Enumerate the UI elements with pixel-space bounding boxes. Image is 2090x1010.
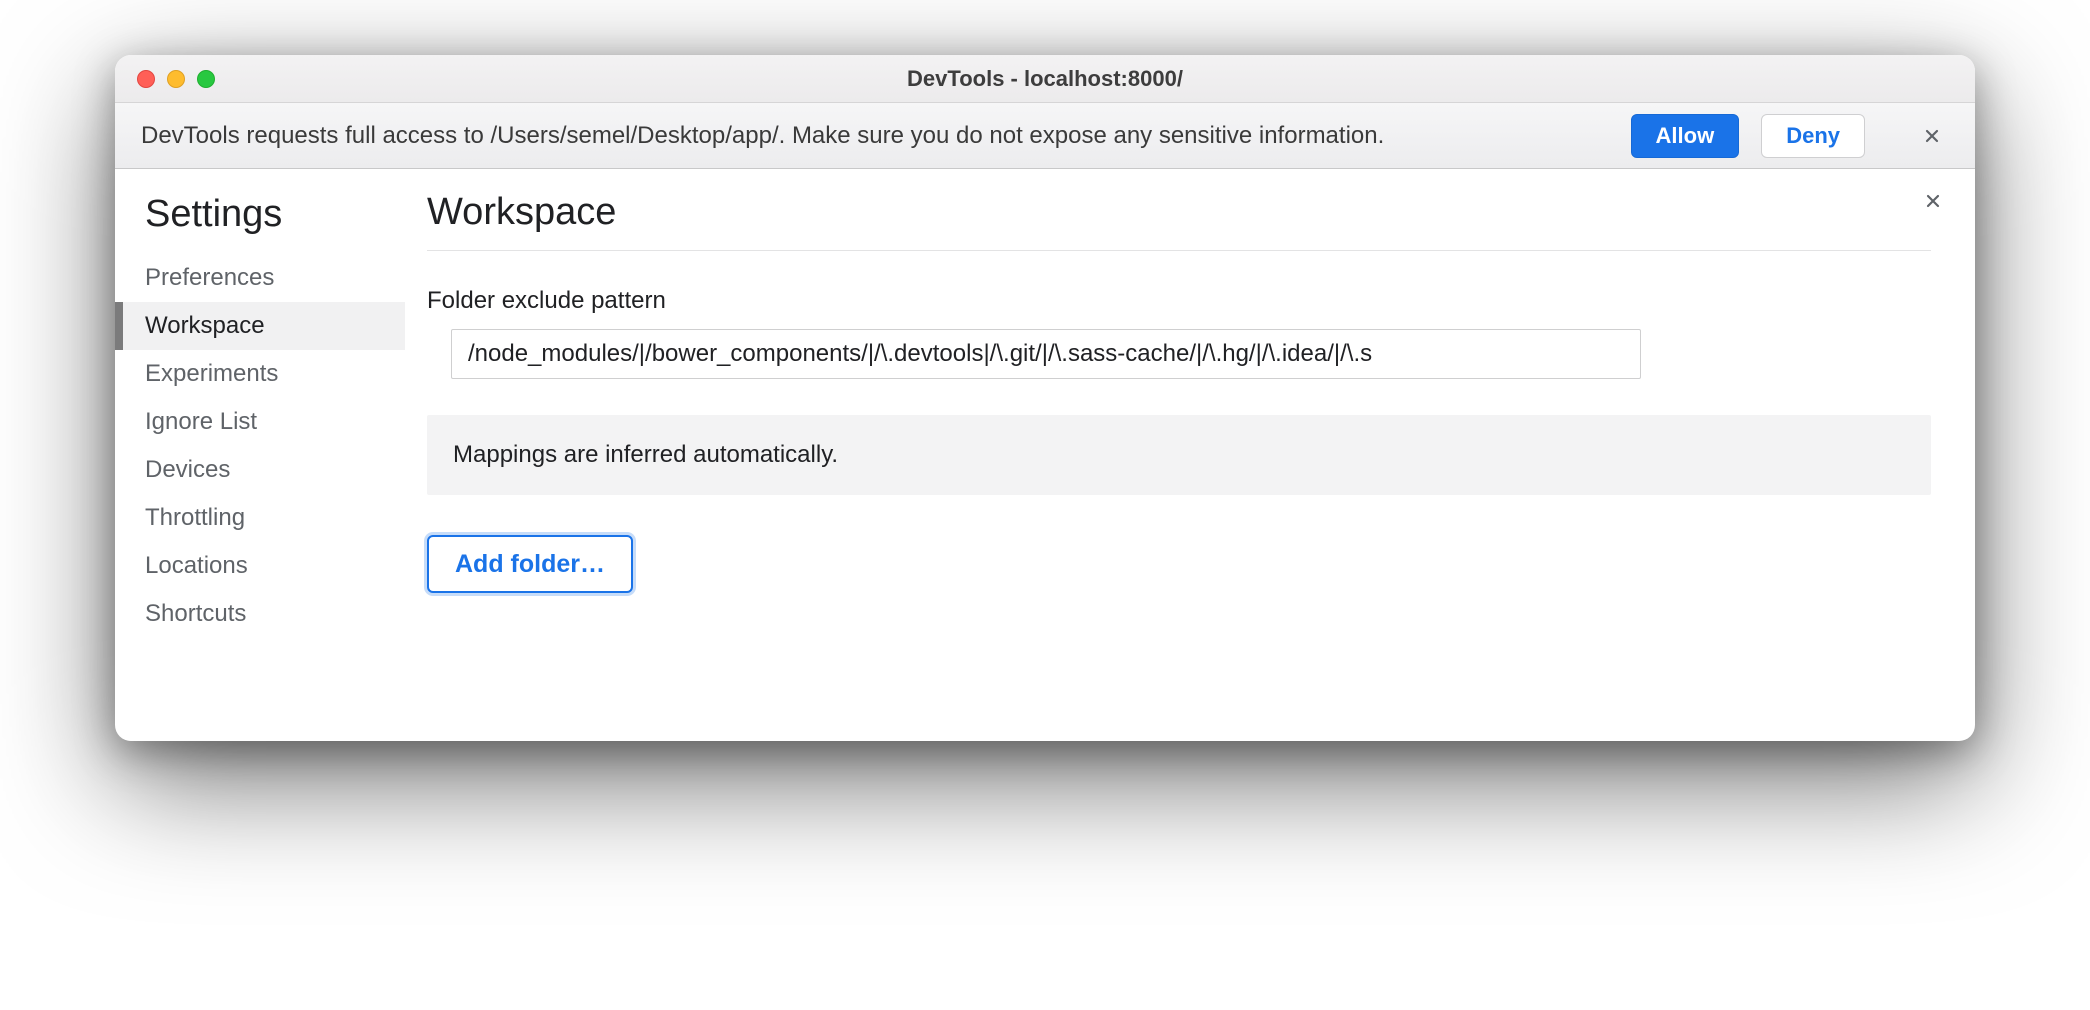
sidebar-item-label: Throttling <box>145 504 245 532</box>
add-folder-button[interactable]: Add folder… <box>427 535 633 593</box>
permission-message: DevTools requests full access to /Users/… <box>141 122 1384 150</box>
permission-infobar: DevTools requests full access to /Users/… <box>115 103 1975 169</box>
exclude-pattern-label: Folder exclude pattern <box>427 287 1931 315</box>
close-icon <box>1922 126 1942 146</box>
sidebar-item-label: Preferences <box>145 264 274 292</box>
sidebar-item-workspace[interactable]: Workspace <box>115 302 405 350</box>
close-icon <box>1923 191 1943 211</box>
devtools-window: DevTools - localhost:8000/ DevTools requ… <box>115 55 1975 741</box>
allow-button[interactable]: Allow <box>1631 114 1740 158</box>
settings-sidebar: Settings Preferences Workspace Experimen… <box>115 169 405 741</box>
window-close-button[interactable] <box>137 70 155 88</box>
window-controls <box>137 70 215 88</box>
sidebar-item-label: Workspace <box>145 312 265 340</box>
infobar-close-button[interactable] <box>1915 119 1949 153</box>
sidebar-title: Settings <box>115 189 405 254</box>
sidebar-item-devices[interactable]: Devices <box>115 446 405 494</box>
sidebar-item-label: Shortcuts <box>145 600 246 628</box>
sidebar-item-throttling[interactable]: Throttling <box>115 494 405 542</box>
window-minimize-button[interactable] <box>167 70 185 88</box>
deny-button[interactable]: Deny <box>1761 114 1865 158</box>
sidebar-item-label: Devices <box>145 456 230 484</box>
mappings-info: Mappings are inferred automatically. <box>427 415 1931 495</box>
window-maximize-button[interactable] <box>197 70 215 88</box>
exclude-pattern-input[interactable] <box>451 329 1641 379</box>
sidebar-item-label: Experiments <box>145 360 278 388</box>
window-titlebar: DevTools - localhost:8000/ <box>115 55 1975 103</box>
sidebar-item-shortcuts[interactable]: Shortcuts <box>115 590 405 638</box>
sidebar-item-label: Locations <box>145 552 248 580</box>
settings-panel: Settings Preferences Workspace Experimen… <box>115 169 1975 741</box>
window-title: DevTools - localhost:8000/ <box>115 66 1975 92</box>
sidebar-item-ignore-list[interactable]: Ignore List <box>115 398 405 446</box>
sidebar-item-experiments[interactable]: Experiments <box>115 350 405 398</box>
sidebar-item-locations[interactable]: Locations <box>115 542 405 590</box>
sidebar-item-preferences[interactable]: Preferences <box>115 254 405 302</box>
pane-heading: Workspace <box>427 191 1931 251</box>
sidebar-item-label: Ignore List <box>145 408 257 436</box>
settings-close-button[interactable] <box>1919 187 1947 215</box>
workspace-settings-pane: Workspace Folder exclude pattern Mapping… <box>405 169 1975 741</box>
